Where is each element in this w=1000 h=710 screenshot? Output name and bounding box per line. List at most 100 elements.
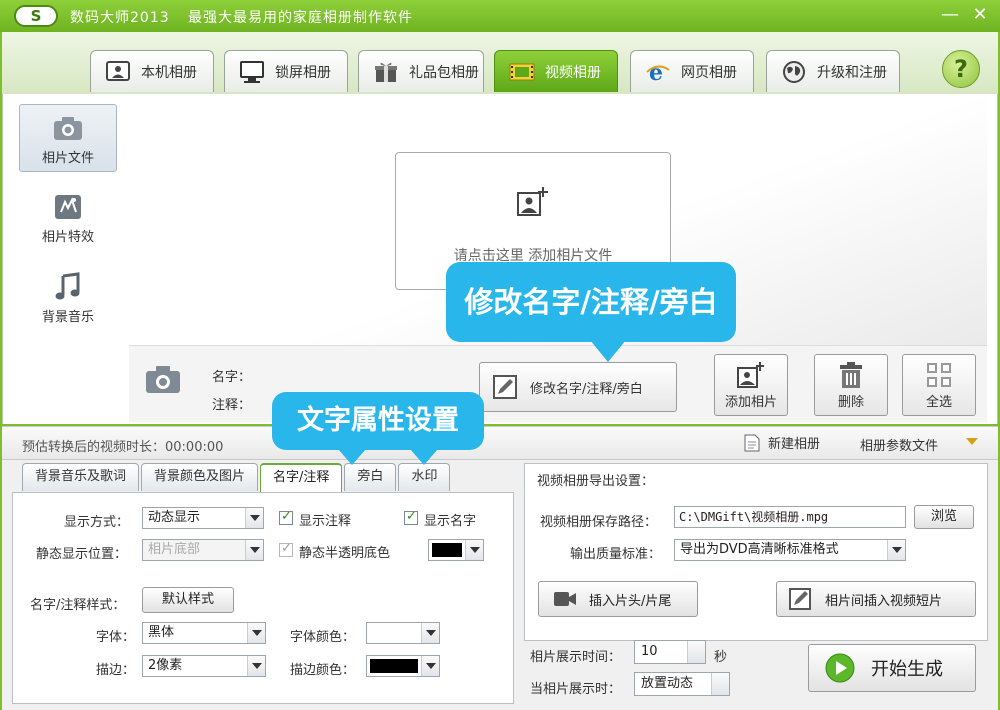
quality-select[interactable]: 导出为DVD高清晰标准格式 xyxy=(674,539,906,561)
color-swatch xyxy=(370,659,418,673)
show-name-checkbox[interactable] xyxy=(404,511,418,525)
minimize-button[interactable]: — xyxy=(938,4,962,26)
nav-photo-files[interactable]: 相片文件 xyxy=(19,104,117,172)
play-icon xyxy=(825,653,855,683)
select-all-button[interactable]: 全选 xyxy=(902,354,976,416)
chevron-up-icon[interactable] xyxy=(711,673,729,695)
insert-head-tail-label: 插入片头/片尾 xyxy=(589,590,671,609)
show-time-value: 10 xyxy=(641,644,658,659)
font-value: 黑体 xyxy=(148,625,174,640)
static-bg-color-picker[interactable] xyxy=(428,539,484,561)
tab-screen-lock-album[interactable]: 锁屏相册 xyxy=(224,50,348,92)
static-bg-label: 静态半透明底色 xyxy=(299,542,390,561)
stroke-select[interactable]: 2像素 xyxy=(142,655,266,677)
new-album-button[interactable]: 新建相册 xyxy=(744,433,820,452)
insert-clip-label: 相片间插入视频短片 xyxy=(825,590,942,609)
start-generate-button[interactable]: 开始生成 xyxy=(808,644,976,692)
show-note-checkbox[interactable] xyxy=(279,511,293,525)
new-document-icon xyxy=(744,434,760,452)
app-logo: S xyxy=(14,5,58,27)
insert-head-tail-button[interactable]: 插入片头/片尾 xyxy=(538,581,698,617)
stroke-value: 2像素 xyxy=(148,658,182,673)
static-bg-checkbox[interactable] xyxy=(279,543,293,557)
globe-icon xyxy=(781,60,807,84)
tab-bg-music-lyrics[interactable]: 背景音乐及歌词 xyxy=(22,463,139,491)
static-position-label: 静态显示位置： xyxy=(36,543,127,562)
app-title: 数码大师2013 xyxy=(70,7,170,27)
font-select[interactable]: 黑体 xyxy=(142,622,266,644)
tab-upgrade-register[interactable]: 升级和注册 xyxy=(766,50,900,92)
help-button[interactable]: ? xyxy=(942,50,980,88)
static-position-select[interactable]: 相片底部 xyxy=(142,539,264,561)
save-path-input[interactable]: C:\DMGift\视频相册.mpg xyxy=(674,506,906,528)
tab-voiceover[interactable]: 旁白 xyxy=(344,463,396,491)
default-style-button[interactable]: 默认样式 xyxy=(142,587,234,613)
edit-name-note-button[interactable]: 修改名字/注释/旁白 xyxy=(479,362,677,412)
spinner-arrows-icon[interactable] xyxy=(687,641,705,663)
tab-label: 网页相册 xyxy=(681,62,737,82)
tab-web-album[interactable]: e 网页相册 xyxy=(630,50,754,92)
nav-photo-effects[interactable]: 相片特效 xyxy=(19,184,117,252)
font-color-picker[interactable] xyxy=(366,622,440,644)
callout-tail xyxy=(410,449,438,465)
stroke-label: 描边： xyxy=(96,659,135,678)
tab-watermark[interactable]: 水印 xyxy=(398,463,450,491)
nav-label: 相片特效 xyxy=(42,230,94,245)
chevron-down-icon[interactable] xyxy=(465,540,483,560)
color-swatch xyxy=(370,626,418,640)
chevron-down-icon[interactable] xyxy=(247,623,265,643)
album-params-menu[interactable]: 相册参数文件 xyxy=(860,435,938,454)
when-showing-select[interactable]: 放置动态 xyxy=(634,672,730,696)
tab-label: 视频相册 xyxy=(545,62,601,82)
show-time-spinner[interactable]: 10 xyxy=(634,640,706,664)
tab-local-album[interactable]: 本机相册 xyxy=(90,50,214,92)
add-photo-button[interactable]: 添加相片 xyxy=(714,354,788,416)
chevron-down-icon[interactable] xyxy=(421,656,439,676)
stroke-color-label: 描边颜色： xyxy=(290,659,355,678)
note-label: 注释： xyxy=(212,394,251,413)
edit-button-label: 修改名字/注释/旁白 xyxy=(530,378,643,397)
edit-clip-icon xyxy=(789,588,813,610)
monitor-person-icon xyxy=(105,60,131,84)
generate-label: 开始生成 xyxy=(871,655,943,681)
new-album-label: 新建相册 xyxy=(768,433,820,452)
callout-edit-name: 修改名字/注释/旁白 xyxy=(446,262,736,342)
callout-text-props: 文字属性设置 xyxy=(272,392,484,450)
tab-label: 升级和注册 xyxy=(817,62,887,82)
callout-tail xyxy=(338,449,366,465)
chevron-down-icon[interactable] xyxy=(245,508,263,528)
tab-label: 本机相册 xyxy=(141,62,197,82)
film-icon xyxy=(509,60,535,84)
insert-clip-button[interactable]: 相片间插入视频短片 xyxy=(776,581,976,617)
screen-lock-icon xyxy=(239,60,265,84)
add-photo-icon xyxy=(736,361,766,389)
browse-button[interactable]: 浏览 xyxy=(914,505,974,529)
tab-bg-color-image[interactable]: 背景颜色及图片 xyxy=(141,463,258,491)
chevron-down-icon[interactable] xyxy=(887,540,905,560)
chevron-down-icon[interactable] xyxy=(247,656,265,676)
chevron-down-icon[interactable] xyxy=(421,623,439,643)
nav-label: 背景音乐 xyxy=(42,310,94,325)
app-subtitle: 最强大最易用的家庭相册制作软件 xyxy=(188,7,413,27)
svg-text:e: e xyxy=(649,60,663,84)
delete-button[interactable]: 删除 xyxy=(814,354,888,416)
dropdown-arrow-icon[interactable] xyxy=(966,438,978,445)
stroke-color-picker[interactable] xyxy=(366,655,440,677)
close-button[interactable]: ✕ xyxy=(968,4,992,26)
settings-tabs: 背景音乐及歌词 背景颜色及图片 名字/注释 旁白 水印 xyxy=(22,463,452,493)
gift-icon xyxy=(373,60,399,84)
video-camera-icon xyxy=(553,590,577,608)
export-settings-title: 视频相册导出设置： xyxy=(537,470,654,489)
app-window: S 数码大师2013 最强大最易用的家庭相册制作软件 — ✕ 本机相册 锁屏相册 xyxy=(0,0,1000,710)
name-label: 名字： xyxy=(212,366,251,385)
font-color-label: 字体颜色： xyxy=(290,626,355,645)
chevron-down-icon[interactable] xyxy=(245,540,263,560)
select-all-icon xyxy=(924,361,954,389)
color-swatch xyxy=(432,543,462,557)
tab-name-note[interactable]: 名字/注释 xyxy=(260,463,342,493)
tab-video-album[interactable]: 视频相册 xyxy=(494,50,618,92)
display-mode-select[interactable]: 动态显示 xyxy=(142,507,264,529)
seconds-unit: 秒 xyxy=(714,646,727,665)
nav-background-music[interactable]: 背景音乐 xyxy=(19,264,117,332)
tab-gift-album[interactable]: 礼品包相册 xyxy=(358,50,484,92)
